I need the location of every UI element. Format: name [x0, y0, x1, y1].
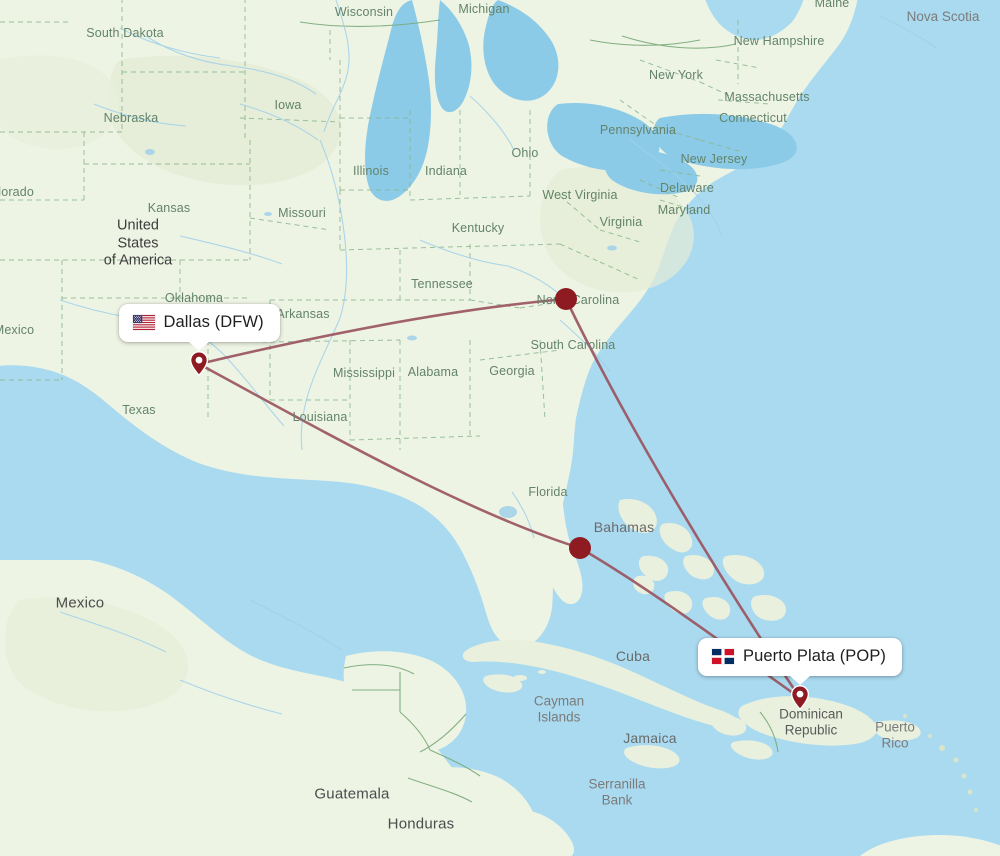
airport-marker-pop[interactable]	[790, 685, 810, 711]
map-pin-icon	[189, 351, 209, 377]
map-canvas	[0, 0, 1000, 856]
airport-marker-dfw[interactable]	[189, 351, 209, 377]
miami-waypoint[interactable]	[569, 537, 591, 559]
airport-callout-dfw[interactable]: Dallas (DFW)	[118, 304, 280, 351]
map-pin-icon	[790, 685, 810, 711]
airport-callout-pop[interactable]: Puerto Plata (POP)	[698, 638, 903, 685]
airport-callout-label-dfw: Dallas (DFW)	[163, 313, 264, 331]
dominican-republic-flag-icon	[712, 649, 734, 664]
airport-callout-label-pop: Puerto Plata (POP)	[743, 647, 887, 665]
flight-route-map[interactable]: South Dakota Wisconsin Michigan Nebraska Iow…	[0, 0, 1000, 856]
callout-tip	[789, 675, 811, 685]
us-flag-icon	[132, 315, 155, 330]
charlotte-waypoint[interactable]	[555, 288, 577, 310]
callout-tip	[188, 341, 210, 351]
